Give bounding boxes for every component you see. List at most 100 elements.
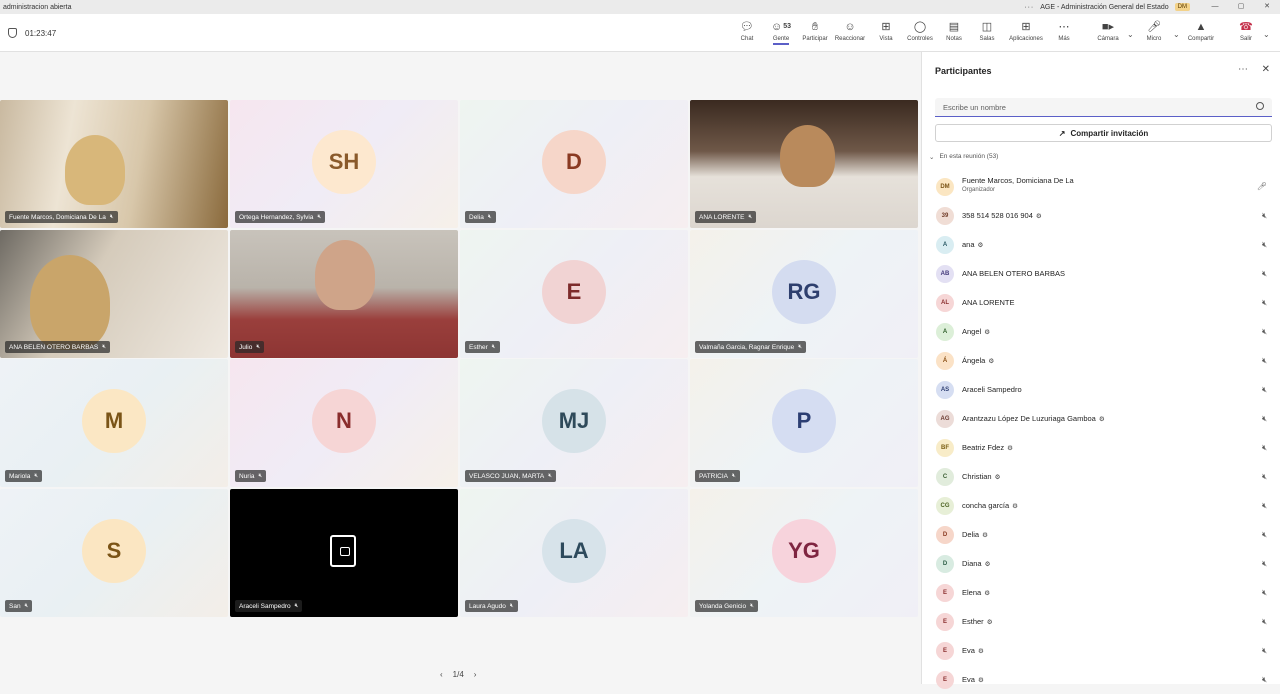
react-button[interactable]: ☺ Reaccionar bbox=[830, 20, 870, 50]
raise-hand-button[interactable]: ✋︎ Participar bbox=[795, 20, 835, 50]
participant-name-tag: Delia 🔇︎ bbox=[465, 211, 496, 223]
participant-video-tile[interactable]: YG Yolanda Genicio 🔇︎ bbox=[690, 489, 918, 617]
participant-list-item[interactable]: Á Ángela ⚙ 🔇︎ bbox=[922, 346, 1280, 375]
participant-avatar: E bbox=[542, 260, 606, 324]
mic-off-icon[interactable]: 🔇︎ bbox=[1262, 617, 1267, 627]
mic-off-icon[interactable]: 🔇︎ bbox=[1262, 240, 1267, 250]
mic-off-icon[interactable]: 🔇︎ bbox=[1262, 327, 1267, 337]
participant-name: Delia ⚙ bbox=[962, 530, 988, 539]
mic-options-chevron-icon[interactable]: ⌄ bbox=[1173, 30, 1180, 39]
mic-off-icon[interactable]: 🔇︎ bbox=[1262, 356, 1267, 366]
mic-button[interactable]: 🎤︎ Micro bbox=[1134, 20, 1174, 50]
share-invite-button[interactable]: ↗ Compartir invitación bbox=[935, 124, 1272, 142]
mic-off-icon: 🔇︎ bbox=[24, 602, 29, 609]
mic-off-icon[interactable]: 🔇︎ bbox=[1262, 443, 1267, 453]
participant-list-item[interactable]: E Esther ⚙ 🔇︎ bbox=[922, 607, 1280, 636]
participant-name-tag: Nuria 🔇︎ bbox=[235, 470, 267, 482]
panel-title: Participantes bbox=[935, 66, 992, 76]
participant-video-tile[interactable]: M Mariola 🔇︎ bbox=[0, 359, 228, 487]
participant-video-tile[interactable]: D Delia 🔇︎ bbox=[460, 100, 688, 228]
participant-name: ANA BELEN OTERO BARBAS bbox=[9, 343, 99, 351]
participant-video-tile[interactable]: Julio 🔇︎ bbox=[230, 230, 458, 358]
apps-button[interactable]: ⊞ Aplicaciones bbox=[1006, 20, 1046, 50]
participant-avatar: LA bbox=[542, 519, 606, 583]
participant-list-item[interactable]: AG Arantzazu López De Luzuriaga Gamboa ⚙ 🔇︎ bbox=[922, 404, 1280, 433]
camera-options-chevron-icon[interactable]: ⌄ bbox=[1127, 30, 1134, 39]
close-window-button[interactable]: ✕ bbox=[1254, 0, 1280, 14]
participant-name-tag: VELASCO JUAN, MARTA 🔇︎ bbox=[465, 470, 557, 482]
participant-avatar: N bbox=[312, 389, 376, 453]
mic-off-icon[interactable]: 🔇︎ bbox=[1262, 501, 1267, 511]
participant-list-item[interactable]: BF Beatriz Fdez ⚙ 🔇︎ bbox=[922, 433, 1280, 462]
camera-button[interactable]: ■▸ Cámara bbox=[1088, 20, 1128, 50]
participant-video-tile[interactable]: RG Valmaña Garcia, Ragnar Enrique 🔇︎ bbox=[690, 230, 918, 358]
org-name: AGE - Administración General del Estado bbox=[1040, 3, 1169, 11]
microphone-icon[interactable]: 🎤︎ bbox=[1257, 182, 1267, 191]
participant-video-tile[interactable]: P PATRICIA 🔇︎ bbox=[690, 359, 918, 487]
leave-button[interactable]: ☎︎ Salir bbox=[1226, 20, 1266, 50]
mic-off-icon[interactable]: 🔇︎ bbox=[1262, 385, 1267, 395]
in-meeting-section-header[interactable]: ⌄ En esta reunión (53) bbox=[929, 153, 998, 161]
leave-options-chevron-icon[interactable]: ⌄ bbox=[1263, 30, 1270, 39]
participant-avatar: E bbox=[936, 670, 954, 689]
close-icon[interactable]: ✕ bbox=[1262, 64, 1270, 75]
prev-page-chevron-icon[interactable]: ‹ bbox=[440, 670, 443, 679]
participant-video-tile[interactable]: SH Ortega Hernandez, Sylvia 🔇︎ bbox=[230, 100, 458, 228]
participant-list-item[interactable]: D Delia ⚙ 🔇︎ bbox=[922, 520, 1280, 549]
mic-off-icon[interactable]: 🔇︎ bbox=[1262, 530, 1267, 540]
participant-list-item[interactable]: DM Fuente Marcos, Domiciana De La Organiza… bbox=[922, 172, 1280, 201]
participant-list-item[interactable]: AL ANA LORENTE 🔇︎ bbox=[922, 288, 1280, 317]
mic-off-icon[interactable]: 🔇︎ bbox=[1262, 298, 1267, 308]
participant-video-tile[interactable]: ANA BELEN OTERO BARBAS 🔇︎ bbox=[0, 230, 228, 358]
participant-list-item[interactable]: D Diana ⚙ 🔇︎ bbox=[922, 549, 1280, 578]
mic-off-icon[interactable]: 🔇︎ bbox=[1262, 269, 1267, 279]
ellipsis-icon[interactable]: ⋯ bbox=[1238, 64, 1248, 75]
participant-video-tile[interactable]: LA Laura Agudo 🔇︎ bbox=[460, 489, 688, 617]
participant-video-tile[interactable]: MJ VELASCO JUAN, MARTA 🔇︎ bbox=[460, 359, 688, 487]
participant-video-tile[interactable]: Araceli Sampedro 🔇︎ bbox=[230, 489, 458, 617]
participant-video-tile[interactable]: ANA LORENTE 🔇︎ bbox=[690, 100, 918, 228]
mic-off-icon[interactable]: 🔇︎ bbox=[1262, 414, 1267, 424]
participant-search-input[interactable]: Escribe un nombre bbox=[935, 98, 1272, 117]
user-avatar-badge[interactable]: DM bbox=[1174, 3, 1190, 11]
participant-list-item[interactable]: C Christian ⚙ 🔇︎ bbox=[922, 462, 1280, 491]
minimize-button[interactable]: — bbox=[1202, 0, 1228, 14]
more-icon[interactable]: ··· bbox=[1024, 4, 1034, 11]
participant-video-tile[interactable]: S San 🔇︎ bbox=[0, 489, 228, 617]
participant-list-item[interactable]: AS Araceli Sampedro 🔇︎ bbox=[922, 375, 1280, 404]
participant-video-tile[interactable]: E Esther 🔇︎ bbox=[460, 230, 688, 358]
mic-off-icon[interactable]: 🔇︎ bbox=[1262, 211, 1267, 221]
participant-avatar: YG bbox=[772, 519, 836, 583]
participant-avatar: AG bbox=[936, 409, 954, 428]
next-page-chevron-icon[interactable]: › bbox=[474, 670, 477, 679]
maximize-button[interactable]: ▢ bbox=[1228, 0, 1254, 14]
participant-list-item[interactable]: E Elena ⚙ 🔇︎ bbox=[922, 578, 1280, 607]
participant-list-item[interactable]: CG concha garcía ⚙ 🔇︎ bbox=[922, 491, 1280, 520]
participant-list-item[interactable]: Aana ⚙ 🔇︎ bbox=[922, 230, 1280, 259]
mic-off-icon[interactable]: 🔇︎ bbox=[1262, 472, 1267, 482]
participant-name: Diana ⚙ bbox=[962, 559, 991, 568]
participant-name: Eva ⚙ bbox=[962, 675, 984, 684]
participant-video-tile[interactable]: Fuente Marcos, Domiciana De La 🔇︎ bbox=[0, 100, 228, 228]
mic-off-icon[interactable]: 🔇︎ bbox=[1262, 559, 1267, 569]
participant-list-item[interactable]: AB ANA BELEN OTERO BARBAS 🔇︎ bbox=[922, 259, 1280, 288]
rooms-icon: ◫ bbox=[981, 21, 993, 33]
participant-video-tile[interactable]: N Nuria 🔇︎ bbox=[230, 359, 458, 487]
participant-list-item[interactable]: E Eva ⚙ 🔇︎ bbox=[922, 636, 1280, 665]
rooms-button[interactable]: ◫ Salas bbox=[967, 20, 1007, 50]
mic-off-icon[interactable]: 🔇︎ bbox=[1262, 646, 1267, 656]
participant-list-item[interactable]: E Eva ⚙ 🔇︎ bbox=[922, 665, 1280, 694]
more-button[interactable]: ⋯ Más bbox=[1044, 20, 1084, 50]
guest-icon: ⚙ bbox=[1035, 212, 1042, 220]
shield-icon bbox=[8, 28, 17, 38]
participant-list-item[interactable]: 39 358 514 528 016 904 ⚙ 🔇︎ bbox=[922, 201, 1280, 230]
mic-off-icon: 🔇︎ bbox=[491, 343, 496, 350]
window-right-title-group: ··· AGE - Administración General del Est… bbox=[1024, 3, 1190, 11]
mic-off-icon[interactable]: 🔇︎ bbox=[1262, 588, 1267, 598]
participant-avatar: DM bbox=[936, 177, 954, 196]
mic-off-icon[interactable]: 🔇︎ bbox=[1262, 675, 1267, 685]
participant-avatar: AL bbox=[936, 293, 954, 312]
participant-list-item[interactable]: A Angel ⚙ 🔇︎ bbox=[922, 317, 1280, 346]
participant-name: Delia bbox=[469, 213, 484, 221]
share-button[interactable]: ▲ Compartir bbox=[1181, 20, 1221, 50]
